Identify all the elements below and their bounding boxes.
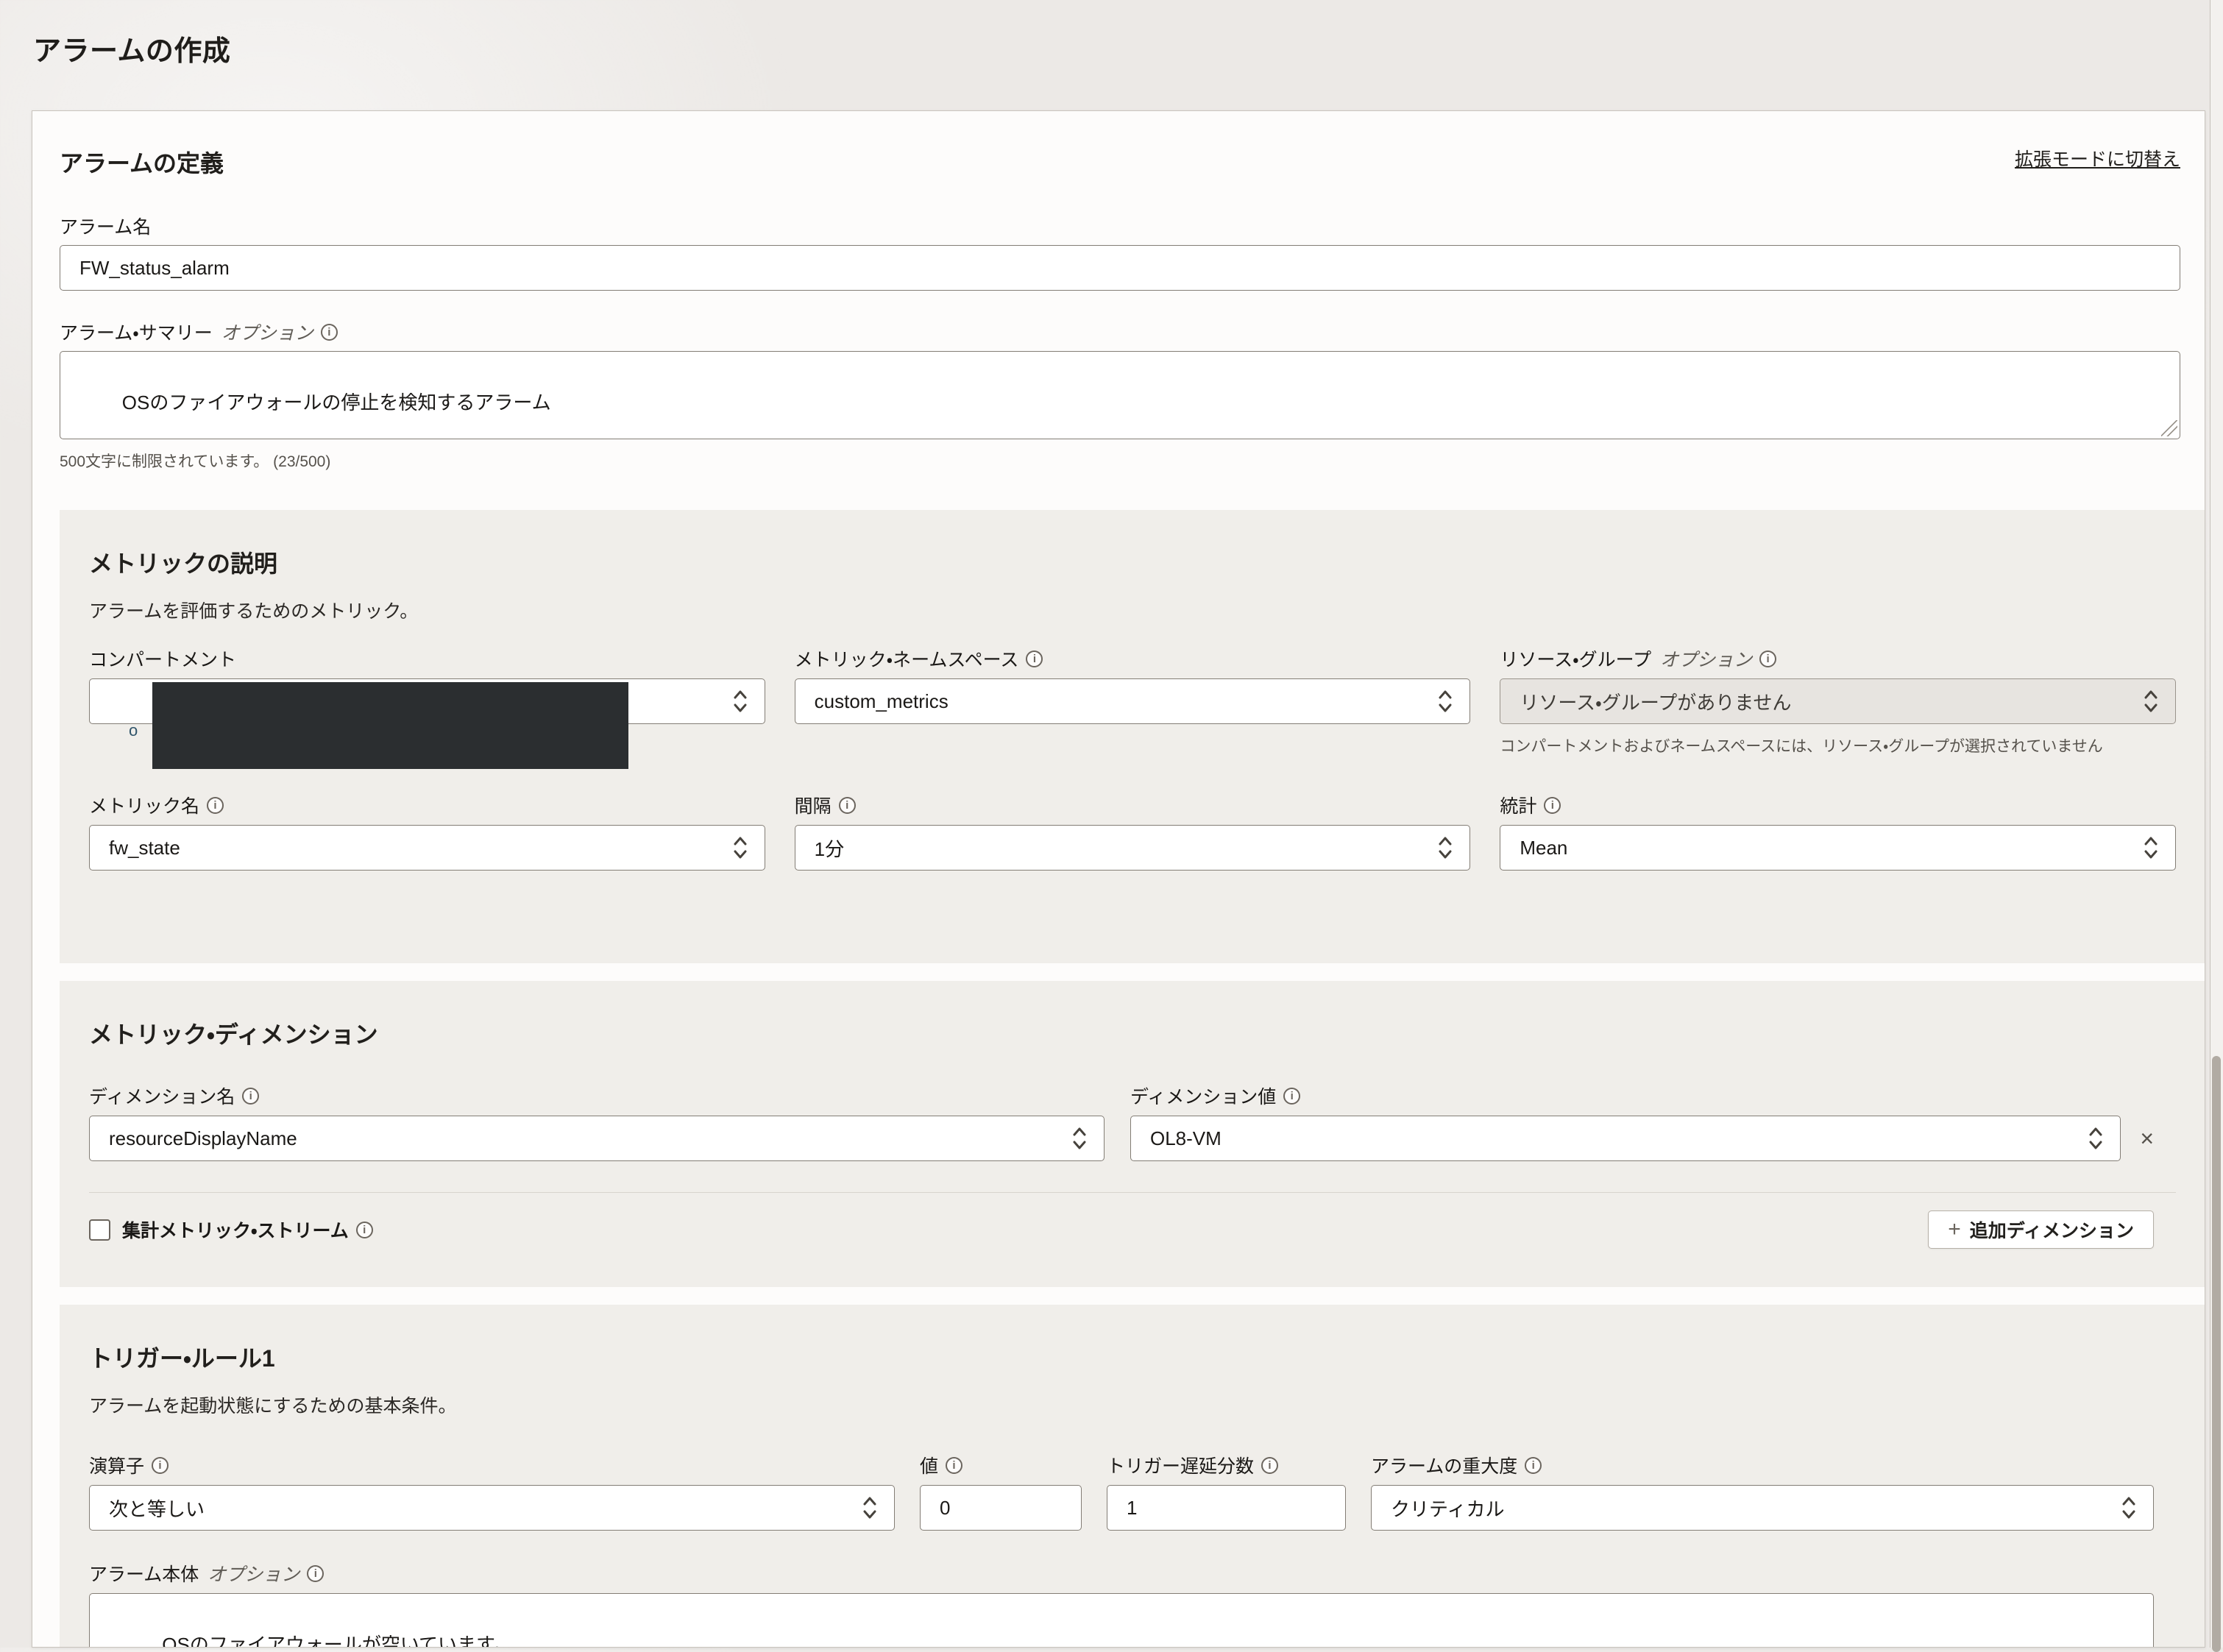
page-title: アラームの作成 (33, 36, 231, 67)
trigger-delay-input[interactable] (1107, 1485, 1346, 1531)
aggregate-metric-stream-label: 集計メトリック・ストリーム (122, 1221, 349, 1241)
namespace-value: custom_metrics (814, 689, 949, 712)
alarm-body-optional-tag: オプション (208, 1564, 300, 1585)
info-icon[interactable]: i (207, 796, 224, 814)
info-icon[interactable]: i (152, 1456, 169, 1474)
metric-description-title: メトリックの説明 (89, 550, 278, 577)
alarm-summary-text: OSのファイアウォールの停止を検知するアラーム (121, 391, 551, 414)
alarm-body-textarea[interactable]: OSのファイアウォールが空いています。 (89, 1593, 2154, 1648)
dimensions-divider (89, 1192, 2176, 1193)
resource-group-select: リソース・グループがありません (1500, 678, 2176, 724)
dimension-value-label: ディメンション値 (1130, 1087, 1277, 1107)
statistic-select[interactable]: Mean (1500, 825, 2176, 871)
metric-name-value: fw_state (109, 836, 180, 859)
operator-select[interactable]: 次と等しい (89, 1485, 895, 1531)
alarm-definition-title: アラームの定義 (60, 150, 224, 177)
dimension-name-label: ディメンション名 (89, 1087, 235, 1107)
summary-char-counter: 500文字に制限されています。 (23/500) (60, 453, 331, 470)
info-icon[interactable]: i (1759, 650, 1777, 667)
add-dimension-button-label: 追加ディメンション (1969, 1221, 2134, 1241)
info-icon[interactable]: i (1525, 1456, 1542, 1474)
resource-group-helper-text: コンパートメントおよびネームスペースには、リソース・グループが選択されていません (1500, 738, 2103, 755)
metric-name-label: メトリック名 (89, 796, 200, 817)
resource-group-optional-tag: オプション (1660, 650, 1753, 670)
plus-icon: + (1948, 1217, 1961, 1241)
info-icon[interactable]: i (1261, 1456, 1279, 1474)
info-icon[interactable]: i (320, 323, 338, 341)
trigger-rule-panel: トリガー・ルール1 アラームを起動状態にするための基本条件。 演算子 i 次と等… (60, 1305, 2205, 1648)
statistic-value: Mean (1520, 836, 1568, 859)
alarm-summary-textarea[interactable]: OSのファイアウォールの停止を検知するアラーム (60, 351, 2180, 439)
operator-label: 演算子 (89, 1456, 145, 1477)
severity-value: クリティカル (1391, 1497, 1505, 1520)
namespace-label: メトリック・ネームスペース (794, 650, 1019, 670)
select-updown-icon (1437, 688, 1453, 715)
create-alarm-card: アラームの定義 拡張モードに切替え アラーム名 アラーム・サマリー オプション … (32, 110, 2205, 1648)
dimension-value-value: OL8-VM (1150, 1127, 1222, 1149)
alarm-summary-label: アラーム・サマリー (60, 323, 213, 344)
scrollbar-thumb[interactable] (2212, 1056, 2221, 1652)
dimension-name-value: resourceDisplayName (109, 1127, 297, 1149)
dimension-name-select[interactable]: resourceDisplayName (89, 1116, 1105, 1161)
info-icon[interactable]: i (1026, 650, 1043, 667)
metric-dimensions-panel: メトリック・ディメンション ディメンション名 i resourceDisplay… (60, 981, 2205, 1287)
info-icon[interactable]: i (307, 1564, 325, 1582)
select-updown-icon (2143, 834, 2159, 861)
statistic-label: 統計 (1500, 796, 1537, 817)
vertical-scrollbar[interactable] (2210, 0, 2223, 1652)
alarm-name-label: アラーム名 (60, 217, 152, 238)
dimension-value-select[interactable]: OL8-VM (1130, 1116, 2121, 1161)
interval-label: 間隔 (794, 796, 832, 817)
resource-group-label: リソース・グループ (1500, 650, 1652, 670)
aggregate-metric-stream-checkbox[interactable] (89, 1219, 110, 1241)
select-updown-icon (1071, 1125, 1088, 1152)
interval-value: 1分 (814, 837, 845, 860)
info-icon[interactable]: i (242, 1087, 260, 1105)
info-icon[interactable]: i (946, 1456, 963, 1474)
interval-select[interactable]: 1分 (794, 825, 1471, 871)
metric-dimensions-title: メトリック・ディメンション (89, 1021, 378, 1048)
add-dimension-button[interactable]: + 追加ディメンション (1928, 1210, 2154, 1249)
metric-description-panel: メトリックの説明 アラームを評価するためのメトリック。 コンパートメント o メ… (60, 510, 2205, 963)
remove-dimension-icon[interactable]: × (2140, 1127, 2154, 1150)
compartment-label: コンパートメント (89, 650, 237, 670)
operator-value: 次と等しい (109, 1497, 205, 1520)
value-input[interactable] (920, 1485, 1082, 1531)
severity-select[interactable]: クリティカル (1371, 1485, 2154, 1531)
metric-name-select[interactable]: fw_state (89, 825, 765, 871)
resource-group-value: リソース・グループがありません (1520, 691, 1792, 714)
namespace-select[interactable]: custom_metrics (794, 678, 1471, 724)
select-updown-icon (2143, 688, 2159, 715)
info-icon[interactable]: i (1544, 796, 1561, 814)
switch-advanced-mode-link[interactable]: 拡張モードに切替え (2015, 145, 2180, 171)
alarm-summary-optional-tag: オプション (221, 323, 313, 344)
alarm-body-label: アラーム本体 (89, 1564, 199, 1585)
compartment-helper-text: o (129, 721, 138, 740)
trigger-rule-title: トリガー・ルール1 (89, 1345, 275, 1372)
select-updown-icon (2121, 1495, 2137, 1521)
alarm-name-input[interactable] (60, 245, 2180, 291)
select-updown-icon (732, 834, 748, 861)
metric-description-subtitle: アラームを評価するためのメトリック。 (89, 601, 419, 622)
select-updown-icon (2088, 1125, 2104, 1152)
select-updown-icon (1437, 834, 1453, 861)
severity-label: アラームの重大度 (1371, 1456, 1518, 1477)
info-icon[interactable]: i (838, 796, 856, 814)
info-icon[interactable]: i (1283, 1087, 1301, 1105)
select-updown-icon (732, 688, 748, 715)
select-updown-icon (862, 1495, 878, 1521)
alarm-body-text: OSのファイアウォールが空いています。 (162, 1634, 513, 1648)
textarea-resize-handle-icon[interactable] (2161, 420, 2177, 436)
value-label: 値 (920, 1456, 939, 1477)
trigger-rule-subtitle: アラームを起動状態にするための基本条件。 (89, 1396, 457, 1417)
trigger-delay-label: トリガー遅延分数 (1107, 1456, 1255, 1477)
redaction-overlay (152, 682, 628, 769)
info-icon[interactable]: i (355, 1221, 373, 1238)
